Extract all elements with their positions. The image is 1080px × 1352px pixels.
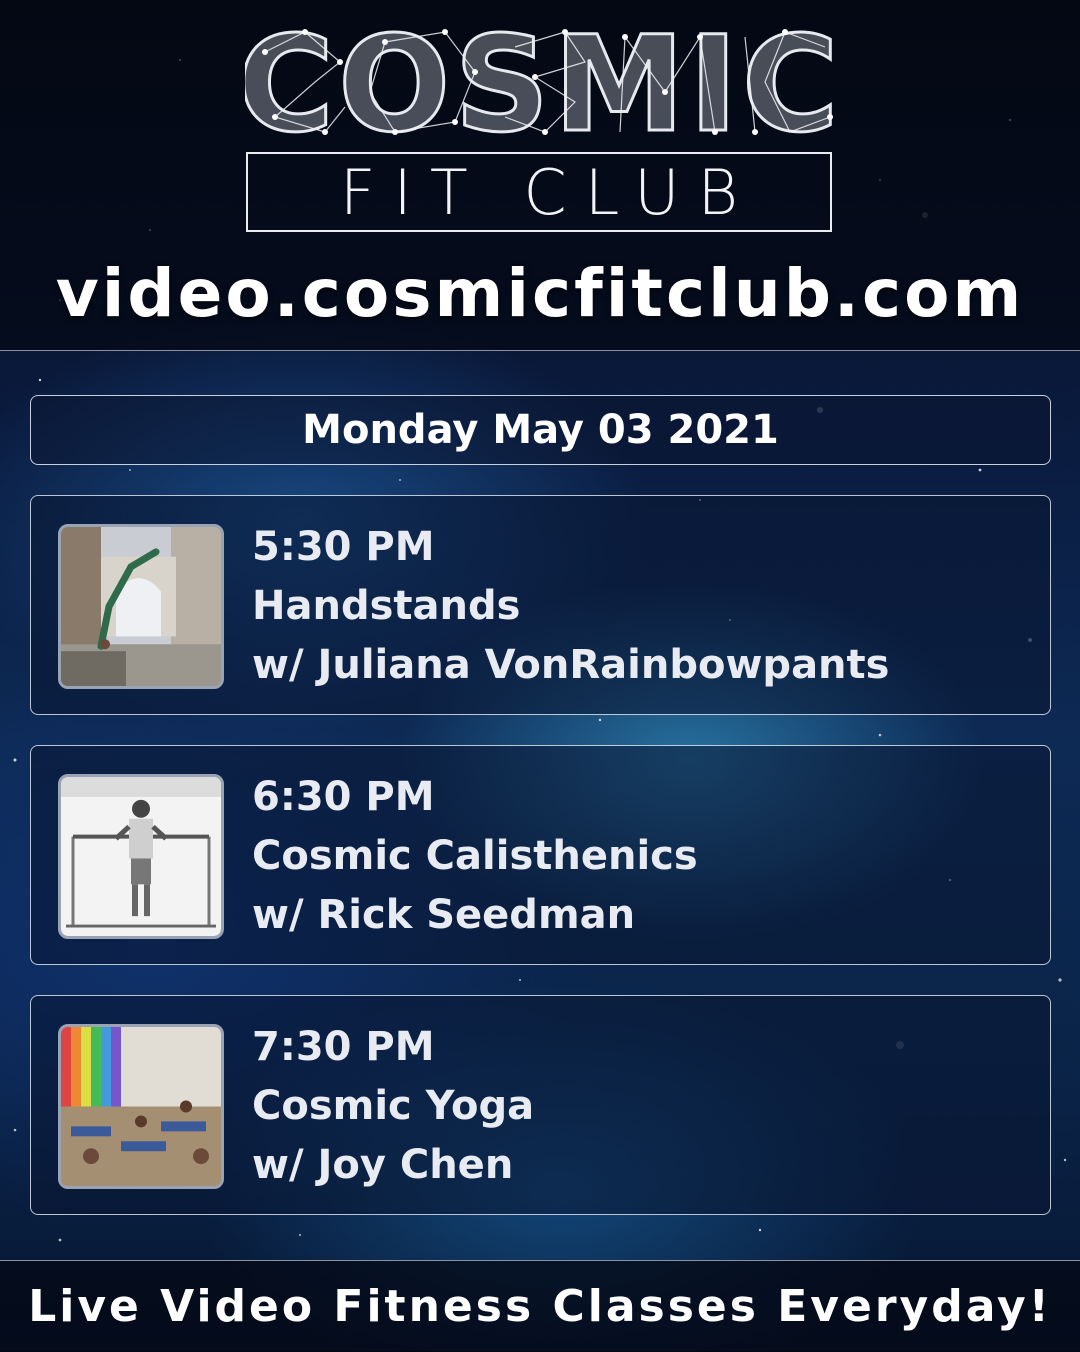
class-info: 7:30 PM Cosmic Yoga w/ Joy Chen — [252, 1018, 534, 1195]
cosmic-logo: COSMIC — [245, 22, 835, 142]
class-info: 6:30 PM Cosmic Calisthenics w/ Rick Seed… — [252, 768, 698, 945]
class-info: 5:30 PM Handstands w/ Juliana VonRainbow… — [252, 518, 889, 695]
class-instructor: w/ Joy Chen — [252, 1142, 514, 1188]
website-url[interactable]: video.cosmicfitclub.com — [0, 255, 1080, 332]
header-banner: COSMIC FIT CLUB video.cosmicfitclub.com — [0, 0, 1080, 351]
logo-subtitle-box: FIT CLUB — [246, 152, 832, 232]
class-card[interactable]: 7:30 PM Cosmic Yoga w/ Joy Chen — [30, 995, 1051, 1215]
schedule-date: Monday May 03 2021 — [30, 395, 1051, 465]
class-name: Handstands — [252, 583, 521, 629]
class-time: 6:30 PM — [252, 774, 435, 820]
class-card[interactable]: 5:30 PM Handstands w/ Juliana VonRainbow… — [30, 495, 1051, 715]
class-instructor: w/ Juliana VonRainbowpants — [252, 642, 890, 688]
class-time: 5:30 PM — [252, 524, 435, 570]
calisthenics-photo — [58, 774, 224, 939]
class-time: 7:30 PM — [252, 1024, 435, 1070]
class-card[interactable]: 6:30 PM Cosmic Calisthenics w/ Rick Seed… — [30, 745, 1051, 965]
handstand-photo — [58, 524, 224, 689]
yoga-photo — [58, 1024, 224, 1189]
class-name: Cosmic Yoga — [252, 1083, 535, 1129]
class-name: Cosmic Calisthenics — [252, 833, 698, 879]
class-instructor: w/ Rick Seedman — [252, 892, 636, 938]
footer-tagline: Live Video Fitness Classes Everyday! — [0, 1260, 1080, 1352]
